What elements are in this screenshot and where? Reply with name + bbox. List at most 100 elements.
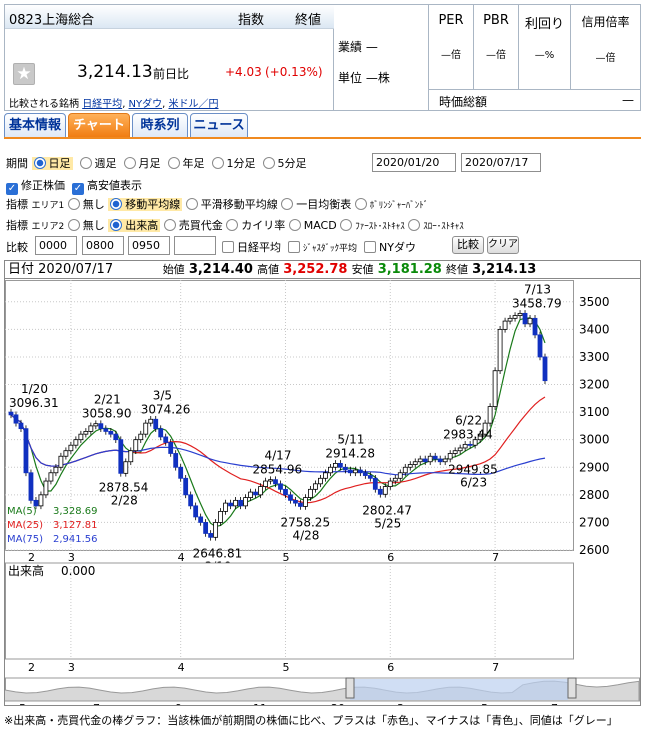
compare-check-jasdaq[interactable]: ｼﾞｬｽﾀﾞｯｸ平均 [288,241,357,254]
date-from-input[interactable]: 2020/01/20 [372,153,456,172]
candle-body [447,453,453,460]
candle-body [188,494,194,507]
navigator-tick: 7 [93,702,100,705]
candle-body [53,466,59,474]
low-value: 3,181.28 [377,262,442,277]
y-tick-label: 3200 [579,378,610,392]
compare-link-nydow[interactable]: NYダウ [129,99,163,110]
candle-body [243,497,248,507]
annotation-date: 5/11 [337,432,364,446]
area2-turnover[interactable]: 売買代金 [163,219,223,232]
favorite-star-icon[interactable]: ★ [13,63,35,85]
candle-body [138,433,144,441]
tab-underline [4,137,641,139]
high-label: 高値 [257,263,280,276]
period-weekly[interactable]: 週足 [79,157,117,170]
area1-ichimoku[interactable]: 一目均衡表 [281,198,351,211]
high-low-checkbox[interactable]: ✓ 高安値表示 [72,179,142,195]
clear-button[interactable]: クリア [487,236,519,254]
x-tick-label-2: 6 [387,661,394,674]
open-value: 3,214.40 [188,262,253,277]
x-tick-label: 6 [387,551,394,564]
candle-body [298,502,303,507]
area1-moving-average[interactable]: 移動平均線 [108,198,183,211]
area1-none[interactable]: 無し [67,198,105,211]
compare-check-nydow[interactable]: NYダウ [364,241,416,254]
date-label: 日付 [8,262,35,277]
tab-time-series[interactable]: 時系列 [132,113,188,138]
area2-deviation[interactable]: カイリ率 [226,219,285,232]
area1-label: エリア1 [31,201,65,211]
compare-button[interactable]: 比較 [452,236,484,254]
area2-macd[interactable]: MACD [288,219,337,232]
candle-body [427,455,433,463]
candle-body [148,418,154,424]
close-value: 3,214.13 [472,262,537,277]
adjusted-price-checkbox[interactable]: ✓ 修正株価 [6,179,65,195]
period-monthly[interactable]: 月足 [123,157,161,170]
y-tick-label: 2800 [579,488,610,502]
y-tick-label: 3400 [579,322,610,336]
candle-body [507,317,513,322]
candle-body [128,450,134,463]
candle-body [532,317,538,336]
candle-body [183,477,189,496]
annotation-date: 4/28 [292,528,319,542]
annotation-date: 6/22 [455,413,482,427]
metric-margin-ratio: 信用倍率 —倍 [570,5,640,89]
price-chart[interactable]: 2600 2700 2800 2900 3000 3100 3200 3300 3400 3500… [5,280,640,705]
navigator-right-handle[interactable] [567,677,577,699]
compare-code-2[interactable]: 0800 [82,236,124,255]
date-to-input[interactable]: 2020/07/17 [461,153,541,172]
annotation-value: 3458.79 [512,296,562,310]
area2-slow-stochastic[interactable]: ｽﾛｰ･ｽﾄｷｬｽ [408,219,464,232]
candle-body [328,466,333,474]
candle-body [43,480,49,496]
compare-check-nikkei[interactable]: 日経平均 [222,241,281,254]
candle-body [228,502,233,507]
candle-body [288,494,293,501]
area2-fast-stochastic[interactable]: ﾌｧｰｽﾄ･ｽﾄｷｬｽ [340,219,405,232]
area1-bollinger[interactable]: ﾎﾞﾘﾝｼﾞｬｰﾊﾞﾝﾄﾞ [354,198,428,211]
period-yearly[interactable]: 年足 [167,157,205,170]
candle-body [248,491,253,499]
tab-chart[interactable]: チャート [68,113,130,138]
period-row: 期間 日足 週足 月足 年足 1分足 5分足 [6,155,307,171]
candle-body [337,463,343,468]
area1-smoothed-ma[interactable]: 平滑移動平均線 [185,198,278,211]
change-label: 前日比 [153,67,190,81]
candle-body [28,472,34,501]
compare-link-nikkei[interactable]: 日経平均 [82,99,122,110]
compare-code-4[interactable] [174,236,216,255]
navigator-tick: 7 [551,702,558,705]
candle-body [278,483,283,490]
navigator-left-handle[interactable] [345,677,355,699]
candle-body [218,510,224,523]
chart-info-bar: 日付 2020/07/17 始値 3,214.40 高値 3,252.78 安値… [5,261,640,279]
period-daily[interactable]: 日足 [31,157,73,170]
candle-body [98,423,104,430]
annotation-value: 3074.26 [141,402,191,416]
candle-body [68,444,74,452]
y-tick-label: 2900 [579,460,610,474]
annotation-value: 2758.25 [280,515,330,529]
period-1min[interactable]: 1分足 [211,157,256,170]
y-tick-label: 3000 [579,433,610,447]
x-tick-label-2: 4 [178,661,185,674]
annotation-value: 2914.28 [325,446,375,460]
x-tick-label: 7 [492,551,499,564]
compare-link-usdjpy[interactable]: 米ドル／円 [169,99,219,110]
navigator-tick: 5 [19,702,26,705]
tab-basic-info[interactable]: 基本情報 [4,113,66,138]
candle-body [73,439,79,446]
period-5min[interactable]: 5分足 [262,157,307,170]
area2-volume[interactable]: 出来高 [108,219,161,232]
y-tick-label: 3100 [579,405,610,419]
area2-none[interactable]: 無し [67,219,105,232]
compare-code-3[interactable]: 0950 [128,236,170,255]
tab-news[interactable]: ニュース [190,113,248,138]
low-label: 安値 [351,263,374,276]
candle-body [158,428,164,438]
compare-code-1[interactable]: 0000 [35,236,77,255]
area2-row: 指標 エリア2 無し 出来高 売買代金 カイリ率 MACD ﾌｧｰｽﾄ･ｽﾄｷｬ… [6,217,464,233]
